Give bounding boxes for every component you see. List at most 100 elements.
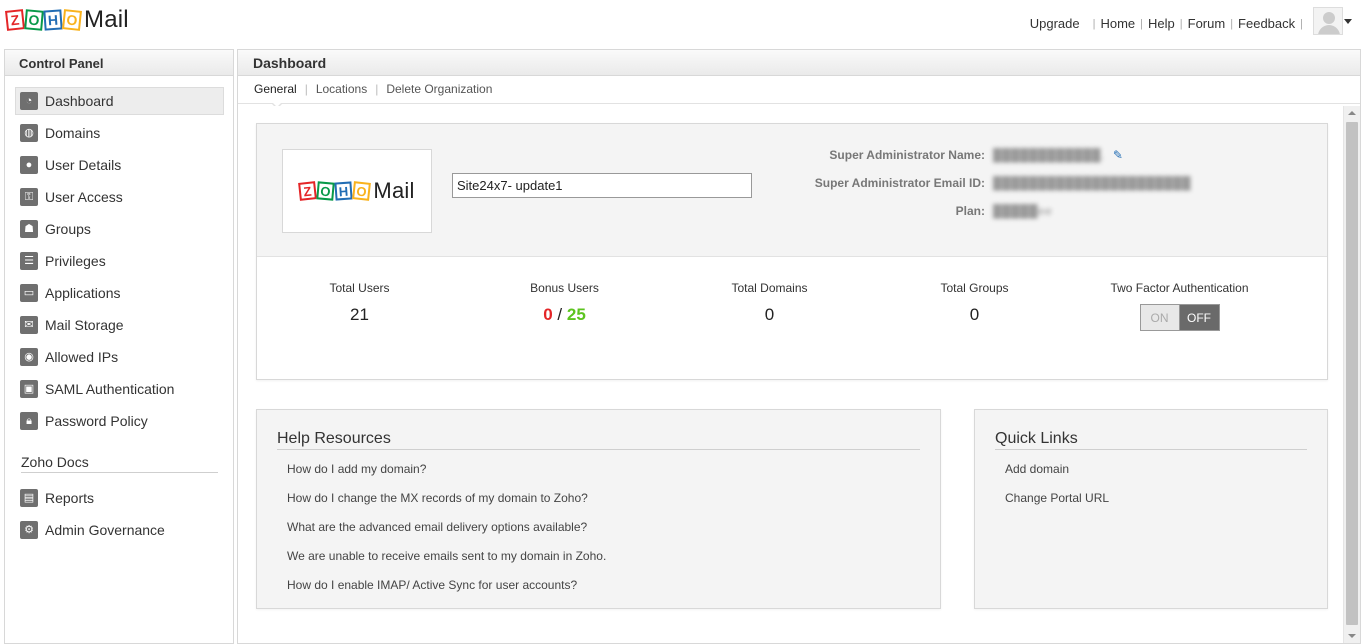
zoho-letters: Z O H O: [298, 181, 372, 201]
separator: |: [1230, 17, 1234, 30]
home-link[interactable]: Home: [1100, 16, 1135, 31]
scroll-up-arrow-icon[interactable]: [1348, 111, 1356, 115]
toggle-on[interactable]: ON: [1140, 305, 1180, 330]
stat-label: Bonus Users: [530, 281, 599, 295]
organization-name-input[interactable]: [452, 173, 752, 198]
sidebar-item-dashboard[interactable]: ◔ Dashboard: [15, 87, 224, 115]
upgrade-link[interactable]: Upgrade: [1030, 16, 1080, 31]
stat-bonus-users: Bonus Users 0 / 25: [462, 257, 667, 379]
sidebar-item-privileges[interactable]: ☰ Privileges: [15, 247, 224, 275]
super-admin-email-value: ██████████████████████: [993, 176, 1192, 190]
sidebar-item-user-access[interactable]: ⚿ User Access: [15, 183, 224, 211]
domains-icon: ◍: [20, 124, 38, 142]
scroll-thumb[interactable]: [1346, 122, 1358, 625]
allowed-ips-icon: ◉: [20, 348, 38, 366]
help-resources-links: How do I add my domain? How do I change …: [287, 462, 940, 607]
sidebar-item-label: Dashboard: [45, 93, 114, 109]
zoho-letter-h: H: [43, 9, 63, 31]
plan-label: Plan:: [955, 204, 985, 218]
scroll-down-arrow-icon[interactable]: [1348, 634, 1356, 638]
sidebar-item-mail-storage[interactable]: ✉ Mail Storage: [15, 311, 224, 339]
sidebar-item-label: User Access: [45, 189, 123, 205]
zoho-letter-o: O: [352, 181, 372, 201]
zoho-letters: Z O H O: [5, 9, 82, 31]
user-details-icon: ●: [20, 156, 38, 174]
sidebar-item-label: Mail Storage: [45, 317, 124, 333]
logo-mail-text: Mail: [84, 6, 129, 33]
help-link-add-domain[interactable]: How do I add my domain?: [287, 462, 940, 491]
toggle-off[interactable]: OFF: [1179, 305, 1219, 330]
help-link-email-delivery[interactable]: What are the advanced email delivery opt…: [287, 520, 940, 549]
forum-link[interactable]: Forum: [1188, 16, 1226, 31]
sidebar-item-label: User Details: [45, 157, 122, 173]
separator: |: [1092, 17, 1096, 30]
sidebar-item-domains[interactable]: ◍ Domains: [15, 119, 224, 147]
sidebar-item-reports[interactable]: ▤ Reports: [15, 484, 224, 512]
tab-delete-organization[interactable]: Delete Organization: [386, 82, 492, 103]
help-link-unable-receive[interactable]: We are unable to receive emails sent to …: [287, 549, 940, 578]
zoho-letter-o: O: [24, 9, 44, 31]
super-admin-name-value: ████████████.: [993, 148, 1105, 162]
sidebar-item-label: Applications: [45, 285, 121, 301]
bonus-users-used: 0: [543, 305, 553, 324]
zoho-letter-o: O: [316, 181, 336, 201]
quick-link-change-portal-url[interactable]: Change Portal URL: [1005, 491, 1327, 520]
logo-mail-text: Mail: [373, 178, 415, 203]
stat-label: Two Factor Authentication: [1110, 281, 1249, 295]
quick-links-title: Quick Links: [995, 430, 1307, 450]
sidebar-item-password-policy[interactable]: 🔒︎ Password Policy: [15, 407, 224, 435]
applications-icon: ▭: [20, 284, 38, 302]
stats-row: Total Users 21 Bonus Users 0 / 25 Total …: [257, 257, 1327, 379]
stat-total-groups: Total Groups 0: [872, 257, 1077, 379]
reports-icon: ▤: [20, 489, 38, 507]
stat-label: Total Domains: [731, 281, 808, 295]
page-title: Dashboard: [238, 50, 1360, 76]
sidebar-item-label: Reports: [45, 490, 95, 506]
groups-icon: ☗: [20, 220, 38, 238]
organization-info: Z O H O Mail Super Administrator Name: █…: [257, 124, 1327, 257]
super-admin-email-label: Super Administrator Email ID:: [814, 176, 985, 190]
lock-icon: 🔒︎: [20, 412, 38, 430]
stat-total-domains: Total Domains 0: [667, 257, 872, 379]
stat-value: 0: [969, 305, 980, 324]
top-bar: Z O H O Mail Upgrade | Home | Help | For…: [0, 0, 1366, 46]
stat-value: 0: [764, 305, 775, 324]
zoho-letter-h: H: [334, 181, 354, 201]
chevron-down-icon[interactable]: [1344, 19, 1352, 24]
quick-links-panel: Quick Links Add domain Change Portal URL: [974, 409, 1328, 609]
help-resources-panel: Help Resources How do I add my domain? H…: [256, 409, 941, 609]
two-factor-toggle[interactable]: ON OFF: [1139, 304, 1220, 331]
feedback-link[interactable]: Feedback: [1238, 16, 1295, 31]
help-link-mx-records[interactable]: How do I change the MX records of my dom…: [287, 491, 940, 520]
sidebar-item-applications[interactable]: ▭ Applications: [15, 279, 224, 307]
stat-value: 21: [350, 305, 369, 324]
sidebar-item-label: SAML Authentication: [45, 381, 175, 397]
admin-info: Super Administrator Name: ████████████. …: [767, 148, 1327, 232]
zoho-mail-logo[interactable]: Z O H O Mail: [5, 6, 129, 34]
help-link-imap-active-sync[interactable]: How do I enable IMAP/ Active Sync for us…: [287, 578, 940, 607]
organization-logo[interactable]: Z O H O Mail: [282, 149, 432, 233]
pencil-edit-icon[interactable]: ✎: [1113, 148, 1123, 162]
sidebar-item-admin-governance[interactable]: ⚙ Admin Governance: [15, 516, 224, 544]
user-avatar-icon[interactable]: [1313, 7, 1343, 35]
top-links: Upgrade | Home | Help | Forum | Feedback…: [1030, 16, 1308, 31]
sidebar-item-allowed-ips[interactable]: ◉ Allowed IPs: [15, 343, 224, 371]
admin-governance-icon: ⚙: [20, 521, 38, 539]
super-admin-email-row: Super Administrator Email ID: ██████████…: [767, 176, 1327, 204]
quick-link-add-domain[interactable]: Add domain: [1005, 462, 1327, 491]
tab-locations[interactable]: Locations: [316, 82, 367, 103]
dashboard-icon: ◔: [20, 92, 38, 110]
sidebar-item-saml-authentication[interactable]: ▣ SAML Authentication: [15, 375, 224, 403]
help-link[interactable]: Help: [1148, 16, 1175, 31]
sidebar-item-groups[interactable]: ☗ Groups: [15, 215, 224, 243]
sidebar-item-label: Domains: [45, 125, 101, 141]
sidebar-nav-docs: ▤ Reports ⚙ Admin Governance: [15, 484, 224, 548]
stat-two-factor-auth: Two Factor Authentication ON OFF: [1077, 257, 1282, 379]
sidebar-item-user-details[interactable]: ● User Details: [15, 151, 224, 179]
vertical-scrollbar[interactable]: [1343, 106, 1360, 643]
tab-separator: |: [375, 82, 379, 96]
tab-separator: |: [304, 82, 308, 96]
super-admin-name-row: Super Administrator Name: ████████████. …: [767, 148, 1327, 176]
tab-general[interactable]: General: [254, 82, 297, 103]
avatar-body: [1318, 25, 1340, 34]
